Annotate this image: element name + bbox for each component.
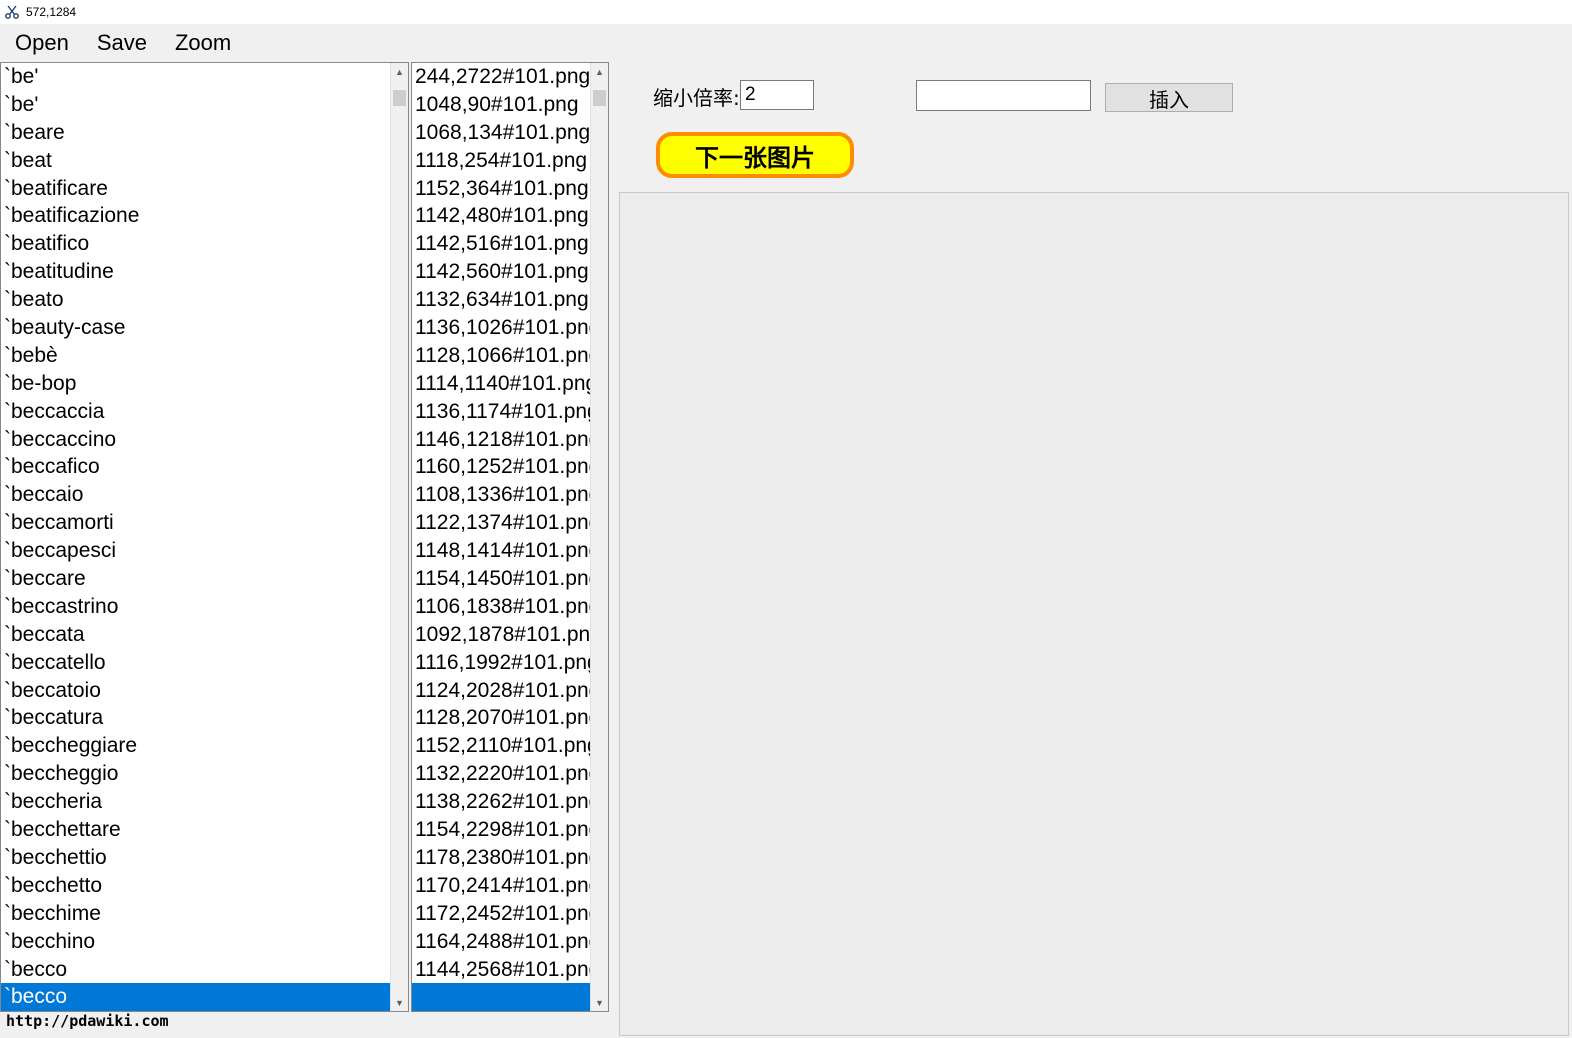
word-list-items: `be' `be' `beare `beat `beatificare `beatific… (1, 63, 391, 1011)
word-list-item[interactable]: `beccare (1, 565, 391, 593)
word-list-item[interactable]: `be-bop (1, 370, 391, 398)
coordinate-list-item[interactable]: 1068,134#101.png (412, 119, 592, 147)
scroll-down-icon[interactable]: ▼ (591, 994, 608, 1011)
word-list-item[interactable]: `beccaccia (1, 398, 391, 426)
word-list-item[interactable]: `beatifico (1, 230, 391, 258)
coordinate-list-item[interactable]: 1142,516#101.png (412, 230, 592, 258)
menu-zoom[interactable]: Zoom (161, 24, 245, 60)
word-list-scrollbar[interactable]: ▲ ▼ (390, 63, 408, 1011)
coordinate-list-item[interactable]: 1128,2070#101.png (412, 704, 592, 732)
word-list-item[interactable]: `beatitudine (1, 258, 391, 286)
coordinate-list-item[interactable] (412, 983, 592, 1011)
coordinate-list-item[interactable]: 1124,2028#101.png (412, 677, 592, 705)
word-list-item[interactable]: `beccafico (1, 453, 391, 481)
scroll-thumb[interactable] (593, 90, 606, 106)
coordinate-list-item[interactable]: 1164,2488#101.png (412, 928, 592, 956)
coordinate-list-item[interactable]: 1108,1336#101.png (412, 481, 592, 509)
word-list-item[interactable]: `becchettio (1, 844, 391, 872)
coordinate-list-item[interactable]: 1048,90#101.png (412, 91, 592, 119)
word-list-item[interactable]: `beccheggio (1, 760, 391, 788)
coordinate-list-item[interactable]: 1132,634#101.png (412, 286, 592, 314)
coordinate-list-item[interactable]: 1154,1450#101.png (412, 565, 592, 593)
coordinate-list-item[interactable]: 1138,2262#101.png (412, 788, 592, 816)
coordinate-list-item[interactable]: 1146,1218#101.png (412, 426, 592, 454)
coordinate-list[interactable]: 244,2722#101.png 1048,90#101.png 1068,134#… (411, 62, 609, 1012)
coordinate-list-item[interactable]: 244,2722#101.png (412, 63, 592, 91)
coordinate-list-item[interactable]: 1152,2110#101.png (412, 732, 592, 760)
coordinate-list-item[interactable]: 1114,1140#101.png (412, 370, 592, 398)
word-list-item[interactable]: `becchetto (1, 872, 391, 900)
coordinate-list-item[interactable]: 1116,1992#101.png (412, 649, 592, 677)
menu-bar: Open Save Zoom (0, 24, 1572, 60)
word-list-item[interactable]: `beccaio (1, 481, 391, 509)
coordinate-list-item[interactable]: 1118,254#101.png (412, 147, 592, 175)
coordinate-list-item[interactable]: 1136,1174#101.png (412, 398, 592, 426)
coordinate-list-item[interactable]: 1178,2380#101.png (412, 844, 592, 872)
word-list-item[interactable]: `bebè (1, 342, 391, 370)
scale-input[interactable] (740, 80, 814, 110)
coordinate-list-item[interactable]: 1106,1838#101.png (412, 593, 592, 621)
controls-panel: 缩小倍率: 插入 下一张图片 (615, 62, 1572, 192)
coordinate-list-item[interactable]: 1136,1026#101.png (412, 314, 592, 342)
word-list-item[interactable]: `becco (1, 956, 391, 984)
scale-label: 缩小倍率: (653, 86, 740, 110)
scissors-icon (4, 4, 20, 20)
word-list-item[interactable]: `beatificare (1, 175, 391, 203)
window-title: 572,1284 (26, 5, 77, 19)
word-list-item[interactable]: `beccapesci (1, 537, 391, 565)
word-list-item[interactable]: `beccaccino (1, 426, 391, 454)
scroll-down-icon[interactable]: ▼ (391, 994, 408, 1011)
word-list-item[interactable]: `becchino (1, 928, 391, 956)
word-list-item[interactable]: `beccatello (1, 649, 391, 677)
insert-input[interactable] (916, 80, 1091, 111)
coordinate-list-item[interactable]: 1142,480#101.png (412, 202, 592, 230)
scroll-up-icon[interactable]: ▲ (391, 63, 408, 80)
coordinate-list-item[interactable]: 1092,1878#101.png (412, 621, 592, 649)
coordinate-list-item[interactable]: 1172,2452#101.png (412, 900, 592, 928)
scroll-up-icon[interactable]: ▲ (591, 63, 608, 80)
coordinate-list-items: 244,2722#101.png 1048,90#101.png 1068,134#… (412, 63, 592, 1011)
word-list-item[interactable]: `beato (1, 286, 391, 314)
word-list-item[interactable]: `beccatoio (1, 677, 391, 705)
coordinate-list-item[interactable]: 1144,2568#101.png (412, 956, 592, 984)
coordinate-list-item[interactable]: 1148,1414#101.png (412, 537, 592, 565)
menu-open[interactable]: Open (0, 24, 83, 60)
coordinate-list-item[interactable]: 1122,1374#101.png (412, 509, 592, 537)
scroll-thumb[interactable] (393, 90, 406, 106)
coordinate-list-item[interactable]: 1152,364#101.png (412, 175, 592, 203)
word-list-item[interactable]: `beat (1, 147, 391, 175)
word-list-item[interactable]: `becchettare (1, 816, 391, 844)
menu-save[interactable]: Save (83, 24, 161, 60)
word-list-item[interactable]: `be' (1, 91, 391, 119)
word-list-item[interactable]: `beccastrino (1, 593, 391, 621)
coordinate-list-item[interactable]: 1142,560#101.png (412, 258, 592, 286)
coordinate-list-item[interactable]: 1160,1252#101.png (412, 453, 592, 481)
word-list-item[interactable]: `beatificazione (1, 202, 391, 230)
word-list-item[interactable]: `beccamorti (1, 509, 391, 537)
word-list-item[interactable]: `beccheggiare (1, 732, 391, 760)
word-list-item[interactable]: `beauty-case (1, 314, 391, 342)
word-list-item[interactable]: `becco (1, 983, 391, 1011)
coordinate-list-scrollbar[interactable]: ▲ ▼ (590, 63, 608, 1011)
word-list-item[interactable]: `beccata (1, 621, 391, 649)
word-list-item[interactable]: `becchime (1, 900, 391, 928)
coordinate-list-item[interactable]: 1132,2220#101.png (412, 760, 592, 788)
word-list-item[interactable]: `beare (1, 119, 391, 147)
coordinate-list-item[interactable]: 1154,2298#101.png (412, 816, 592, 844)
next-image-button[interactable]: 下一张图片 (656, 132, 854, 178)
coordinate-list-item[interactable]: 1128,1066#101.png (412, 342, 592, 370)
coordinate-list-item[interactable]: 1170,2414#101.png (412, 872, 592, 900)
word-list-item[interactable]: `be' (1, 63, 391, 91)
word-list-item[interactable]: `beccatura (1, 704, 391, 732)
dictionary-scan-image[interactable] (619, 192, 1569, 1036)
footer-url: http://pdawiki.com (6, 1012, 169, 1030)
word-list-item[interactable]: `beccheria (1, 788, 391, 816)
word-list[interactable]: `be' `be' `beare `beat `beatificare `beatific… (0, 62, 409, 1012)
insert-button[interactable]: 插入 (1105, 83, 1233, 112)
title-bar: 572,1284 (0, 0, 1572, 24)
